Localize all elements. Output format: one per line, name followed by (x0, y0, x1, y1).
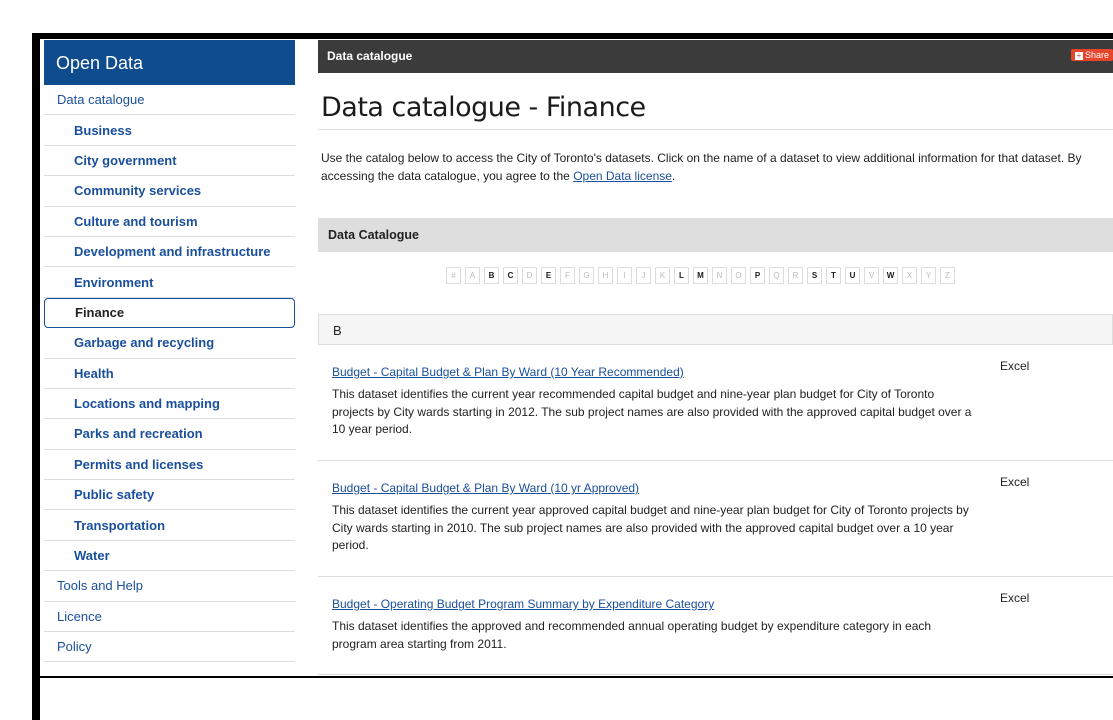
intro-text-post: . (671, 169, 676, 183)
alphabet-letter[interactable]: E (541, 267, 556, 284)
alphabet-letter: J (636, 267, 651, 284)
sidebar-item-finance[interactable]: Finance (44, 297, 295, 329)
alphabet-letter[interactable]: C (503, 267, 518, 284)
dataset-description: This dataset identifies the current year… (332, 503, 969, 552)
open-data-license-link[interactable]: Open Data license (573, 169, 672, 183)
alphabet-letter[interactable]: U (845, 267, 860, 284)
topbar-label: Data catalogue (327, 49, 413, 63)
dataset-row: Budget - Capital Budget & Plan By Ward (… (318, 461, 1113, 577)
sidebar-item-locations-and-mapping[interactable]: Locations and mapping (44, 389, 295, 420)
title-divider (318, 129, 1113, 130)
dataset-format: Excel (1000, 591, 1030, 605)
alphabet-letter[interactable]: T (826, 267, 841, 284)
alphabet-letter: D (522, 267, 537, 284)
alphabet-letter: A (465, 267, 480, 284)
sidebar-list: Data catalogue Business City government Com… (44, 85, 295, 663)
intro-text-pre: Use the catalog below to access the City… (321, 151, 1082, 183)
alphabet-letter[interactable]: W (883, 267, 898, 284)
sidebar-item-garbage-and-recycling[interactable]: Garbage and recycling (44, 328, 295, 359)
dataset-name-link[interactable]: Budget - Operating Budget Program Summar… (332, 597, 714, 611)
alphabet-letter: Y (921, 267, 936, 284)
alphabet-letter: Z (940, 267, 955, 284)
alphabet-letter: H (598, 267, 613, 284)
main-content: Data catalogue + Share Data catalogue - F… (318, 40, 1113, 676)
alphabet-letter[interactable]: M (693, 267, 708, 284)
sidebar-item-city-government[interactable]: City government (44, 146, 295, 177)
alphabet-letter[interactable]: S (807, 267, 822, 284)
sidebar-item-transportation[interactable]: Transportation (44, 510, 295, 541)
alphabet-letter[interactable]: P (750, 267, 765, 284)
sidebar-item-licence[interactable]: Licence (44, 602, 295, 633)
plus-icon: + (1074, 51, 1083, 60)
sidebar-nav: Open Data Data catalogue Business City gov… (44, 40, 295, 675)
alphabet-letter: F (560, 267, 575, 284)
sidebar-item-business[interactable]: Business (44, 115, 295, 146)
alphabet-letter: X (902, 267, 917, 284)
dataset-name-link[interactable]: Budget - Capital Budget & Plan By Ward (… (332, 365, 684, 379)
alphabet-letter: O (731, 267, 746, 284)
dataset-row: Budget - Operating Budget Program Summar… (318, 577, 1113, 675)
sidebar-item-community-services[interactable]: Community services (44, 176, 295, 207)
alphabet-letter: V (864, 267, 879, 284)
intro-text: Use the catalog below to access the City… (321, 149, 1101, 185)
alphabet-letter: G (579, 267, 594, 284)
alphabet-letter: K (655, 267, 670, 284)
sidebar-item-policy[interactable]: Policy (44, 632, 295, 663)
sidebar-item-data-catalogue[interactable]: Data catalogue (44, 85, 295, 116)
sidebar-item-tools-and-help[interactable]: Tools and Help (44, 571, 295, 602)
sidebar-item-water[interactable]: Water (44, 541, 295, 572)
alphabet-letter: N (712, 267, 727, 284)
sidebar-item-development-and-infrastructure[interactable]: Development and infrastructure (44, 237, 295, 268)
share-label: Share (1084, 50, 1109, 60)
alphabet-letter: # (446, 267, 461, 284)
dataset-format: Excel (1000, 359, 1030, 373)
frame-edge-left (32, 33, 40, 720)
browser-frame: Open Data Data catalogue Business City gov… (0, 0, 1113, 720)
dataset-description: This dataset identifies the approved and… (332, 619, 932, 651)
frame-bottom-blank (40, 678, 1113, 720)
dataset-row: Budget - Capital Budget & Plan By Ward (… (318, 345, 1113, 461)
dataset-format: Excel (1000, 475, 1030, 489)
alphabet-letter: R (788, 267, 803, 284)
dataset-name-link[interactable]: Budget - Capital Budget & Plan By Ward (… (332, 481, 639, 495)
sidebar-item-environment[interactable]: Environment (44, 267, 295, 298)
sidebar-item-health[interactable]: Health (44, 359, 295, 389)
sidebar-item-culture-and-tourism[interactable]: Culture and tourism (44, 207, 295, 237)
alphabet-letter[interactable]: L (674, 267, 689, 284)
section-letter-heading: B (318, 314, 1113, 345)
alphabet-letter: Q (769, 267, 784, 284)
page-title: Data catalogue - Finance (321, 92, 646, 123)
alphabet-letter[interactable]: B (484, 267, 499, 284)
alphabet-filter: # A B C D E F G H I J K L M N O P Q R S T U V W X Y Z (446, 267, 955, 284)
sidebar-title[interactable]: Open Data (44, 40, 295, 85)
catalogue-heading: Data Catalogue (318, 218, 1113, 252)
sidebar-item-permits-and-licenses[interactable]: Permits and licenses (44, 450, 295, 481)
frame-edge-top (32, 33, 1113, 39)
dataset-description: This dataset identifies the current year… (332, 387, 972, 436)
sidebar-item-parks-and-recreation[interactable]: Parks and recreation (44, 419, 295, 450)
alphabet-letter: I (617, 267, 632, 284)
sidebar-item-public-safety[interactable]: Public safety (44, 480, 295, 511)
topbar: Data catalogue + Share (318, 40, 1113, 73)
share-button[interactable]: + Share (1070, 49, 1113, 61)
